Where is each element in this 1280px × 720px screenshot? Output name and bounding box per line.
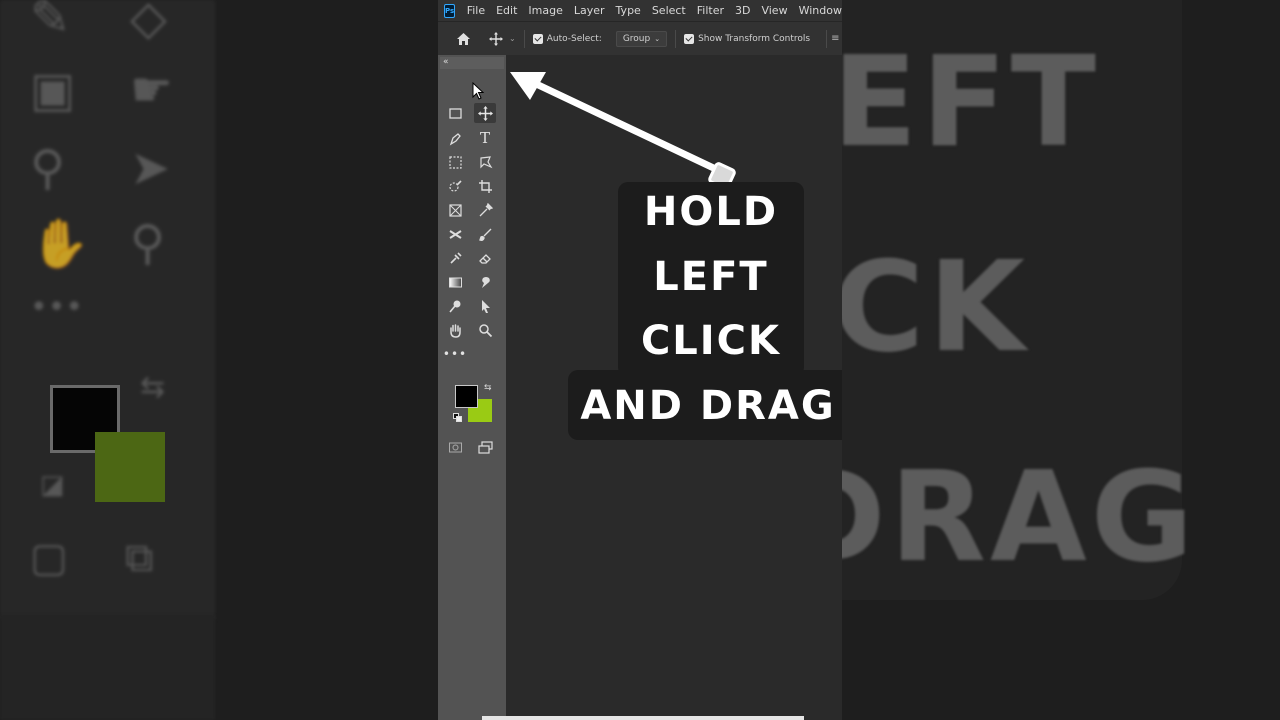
auto-select-checkbox[interactable]: [532, 33, 543, 44]
menu-edit[interactable]: Edit: [491, 4, 523, 17]
artboard-icon[interactable]: [444, 103, 466, 123]
screen-mode-icon: ⧉: [125, 535, 154, 581]
default-colors-icon: ◪: [40, 470, 65, 500]
tools-panel: « T ••• ⇆: [438, 55, 506, 720]
pen-icon[interactable]: [444, 128, 466, 148]
eraser-icon[interactable]: [474, 248, 496, 268]
brush-icon[interactable]: [474, 224, 496, 244]
divider: [826, 29, 828, 48]
divider: [675, 29, 677, 48]
arrow-icon[interactable]: [474, 296, 496, 316]
video-progress-bar[interactable]: [482, 716, 804, 720]
menu-3d[interactable]: 3D: [730, 4, 756, 17]
brush-icon: ✎: [30, 0, 71, 46]
options-bar: ⌄ Auto-Select: Group ⌄ Show Transform Co…: [438, 21, 842, 55]
zoom-icon: ⚲: [130, 215, 166, 271]
background-zoomed-caption: EFT ICK DRAG: [782, 0, 1280, 720]
align-icon[interactable]: ≡: [831, 33, 839, 44]
home-icon[interactable]: [456, 32, 471, 46]
menu-select[interactable]: Select: [646, 4, 691, 17]
quick-selection-icon[interactable]: [444, 176, 466, 196]
default-bg-square: [456, 416, 462, 422]
smudge-icon: ☛: [130, 62, 174, 118]
menu-bar: Ps File Edit Image Layer Type Select Fil…: [438, 0, 842, 21]
swap-colors-icon: ⇆: [140, 370, 166, 405]
dodge-icon[interactable]: [444, 296, 466, 316]
dodge-icon: ⚲: [30, 140, 66, 196]
hand-icon: ✋: [30, 216, 90, 272]
caption-line: CLICK: [640, 318, 782, 364]
eyedropper-icon[interactable]: [474, 200, 496, 220]
caption-line: HOLD: [643, 189, 779, 235]
background-panel-bottom: [0, 615, 215, 720]
menu-image[interactable]: Image: [523, 4, 568, 17]
background-word: EFT: [832, 30, 1101, 175]
eraser-icon: ◇: [130, 0, 167, 46]
quick-mask-icon: ▢: [30, 535, 68, 581]
stamp-icon[interactable]: [444, 248, 466, 268]
toolbar-collapse-button[interactable]: «: [440, 57, 504, 69]
caption-line: AND DRAG: [580, 383, 836, 429]
lasso-icon[interactable]: [474, 152, 496, 172]
zoom-icon[interactable]: [474, 320, 496, 340]
chevron-down-icon[interactable]: ⌄: [509, 34, 516, 43]
quick-mask-icon[interactable]: [444, 437, 466, 457]
crop-icon[interactable]: [474, 176, 496, 196]
gradient-icon[interactable]: [444, 272, 466, 292]
menu-filter[interactable]: Filter: [691, 4, 729, 17]
arrow-icon: ➤: [130, 140, 171, 196]
more-icon[interactable]: •••: [443, 344, 466, 364]
tool-list: T ••• ⇆: [440, 73, 502, 493]
show-transform-checkbox[interactable]: [684, 33, 695, 44]
auto-select-value: Group: [622, 33, 651, 44]
swap-colors-icon[interactable]: ⇆: [484, 383, 492, 393]
hand-icon[interactable]: [444, 320, 466, 340]
chevron-down-icon: ⌄: [654, 34, 661, 43]
caption-line: LEFT: [653, 254, 769, 300]
mouse-cursor-icon: [472, 82, 485, 100]
auto-select-label: Auto-Select:: [546, 33, 602, 44]
menu-window[interactable]: Window: [793, 4, 842, 17]
move-icon[interactable]: [474, 103, 496, 123]
show-transform-label: Show Transform Controls: [698, 33, 811, 44]
divider: [523, 29, 525, 48]
menu-file[interactable]: File: [461, 4, 490, 17]
auto-select-dropdown[interactable]: Group ⌄: [615, 30, 668, 47]
frame-icon[interactable]: [444, 200, 466, 220]
menu-type[interactable]: Type: [610, 4, 646, 17]
move-tool-icon[interactable]: [489, 31, 503, 46]
type-icon[interactable]: T: [474, 128, 496, 148]
background-word: DRAG: [782, 445, 1198, 590]
default-colors-icon[interactable]: [453, 413, 463, 423]
smudge-icon[interactable]: [474, 272, 496, 292]
healing-icon[interactable]: [444, 224, 466, 244]
foreground-color-swatch[interactable]: [455, 385, 478, 408]
background-background-swatch: [95, 432, 165, 502]
photoshop-logo: Ps: [444, 3, 456, 18]
menu-layer[interactable]: Layer: [568, 4, 610, 17]
marquee-icon[interactable]: [444, 152, 466, 172]
menu-view[interactable]: View: [756, 4, 793, 17]
gradient-icon: ▣: [30, 62, 76, 118]
screen-mode-icon[interactable]: [474, 437, 496, 457]
more-icon: •••: [30, 290, 84, 325]
background-zoomed-toolbar: ✎ ◇ ▣ ☛ ⚲ ➤ ✋ ⚲ ••• ⇆ ◪ ▢ ⧉: [0, 0, 215, 620]
